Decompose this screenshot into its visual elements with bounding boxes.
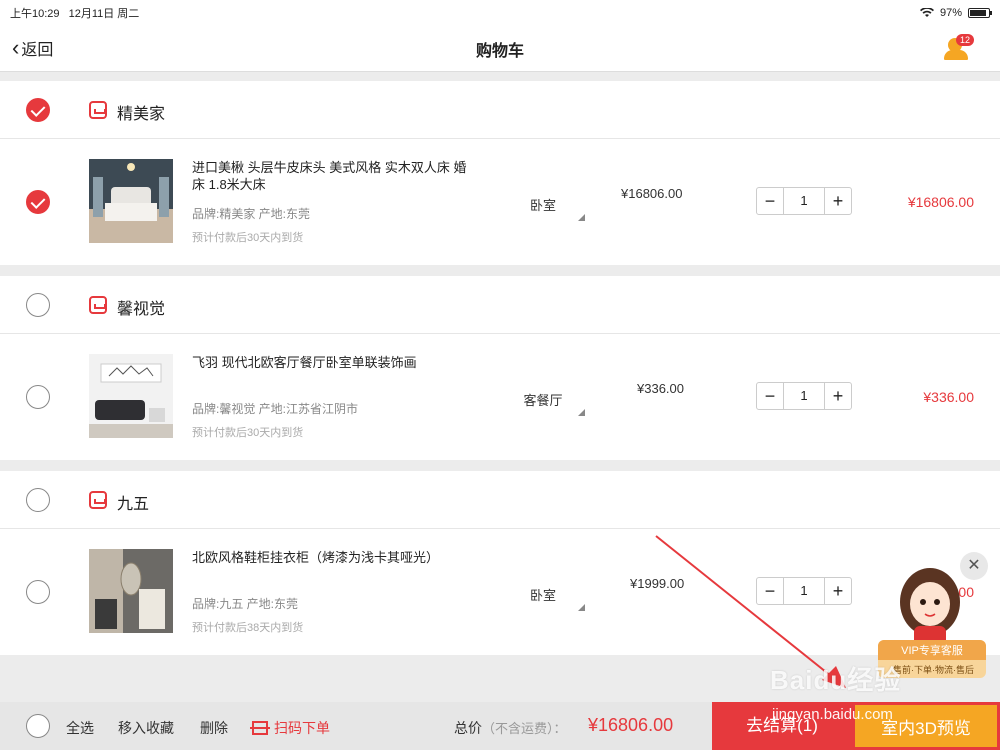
item-title[interactable]: 北欧风格鞋柜挂衣柜（烤漆为浅卡其哑光）: [192, 549, 472, 566]
status-bar: 上午10:29 12月11日 周二 97%: [0, 0, 1000, 26]
quantity-stepper: − 1 +: [756, 382, 852, 410]
shop-group: 精美家 进口美楸 头层牛皮床头 美式风格 实木双人床 婚床 1.8米大床 品牌:…: [0, 81, 1000, 265]
back-label: 返回: [21, 42, 54, 59]
vip-title: VIP专享客服: [878, 640, 986, 660]
quantity-input[interactable]: 1: [783, 383, 825, 409]
back-button[interactable]: ‹ 返回: [12, 36, 53, 60]
minus-button[interactable]: −: [757, 383, 783, 409]
watermark-url: jingyan.baidu.com: [772, 706, 893, 723]
product-image[interactable]: [89, 159, 173, 243]
item-delivery-estimate: 预计付款后30天内到货: [192, 427, 304, 439]
baidu-watermark: Baidu经验: [770, 665, 902, 695]
select-all-checkbox[interactable]: [26, 714, 50, 738]
select-all-label[interactable]: 全选: [66, 718, 94, 738]
dropdown-triangle-icon: [578, 214, 585, 221]
shop-group: 馨视觉 飞羽 现代北欧客厅餐厅卧室单联装饰画 品牌:馨视觉 产地:江苏省江阴市 …: [0, 276, 1000, 460]
notification-badge: 12: [956, 34, 975, 46]
page-title: 购物车: [475, 42, 524, 60]
nav-bar: ‹ 返回 购物车 12: [0, 26, 1000, 72]
cart-item: 飞羽 现代北欧客厅餐厅卧室单联装饰画 品牌:馨视觉 产地:江苏省江阴市 预计付款…: [0, 334, 1000, 460]
total-label: 总价（不含运费）：: [454, 718, 567, 738]
cart-item: 进口美楸 头层牛皮床头 美式风格 实木双人床 婚床 1.8米大床 品牌:精美家 …: [0, 139, 1000, 265]
item-checkbox[interactable]: [26, 385, 50, 409]
store-icon: [89, 491, 107, 509]
scan-icon: [250, 721, 270, 735]
room-selector[interactable]: 客餐厅: [508, 390, 578, 409]
status-date: 12月11日 周二: [68, 8, 140, 20]
dropdown-triangle-icon: [578, 409, 585, 416]
shop-name: 精美家: [117, 106, 166, 123]
room-selector[interactable]: 卧室: [508, 195, 578, 214]
wifi-icon: [919, 8, 934, 17]
battery-icon: [968, 8, 992, 18]
room-selector[interactable]: 卧室: [508, 585, 578, 604]
shop-name: 九五: [117, 496, 150, 513]
total-price: ¥16806.00: [588, 715, 674, 735]
minus-button[interactable]: −: [757, 188, 783, 214]
item-delivery-estimate: 预计付款后30天内到货: [192, 232, 304, 244]
user-icon-body: [944, 50, 968, 60]
plus-button[interactable]: +: [825, 188, 851, 214]
chevron-left-icon: ‹: [12, 35, 20, 60]
status-time: 上午10:29: [10, 8, 60, 20]
quantity-input[interactable]: 1: [783, 188, 825, 214]
quantity-stepper: − 1 +: [756, 187, 852, 215]
unit-price: ¥16806.00: [621, 186, 683, 201]
shop-checkbox[interactable]: [26, 293, 50, 317]
item-title[interactable]: 进口美楸 头层牛皮床头 美式风格 实木双人床 婚床 1.8米大床: [192, 159, 472, 193]
shop-name: 馨视觉: [117, 301, 166, 318]
item-brand-origin: 品牌:精美家 产地:东莞: [192, 207, 311, 221]
total-note: （不含运费）：: [482, 721, 567, 736]
product-image[interactable]: [89, 354, 173, 438]
item-subtotal: ¥16806.00: [907, 194, 974, 210]
scan-label: 扫码下单: [274, 720, 330, 736]
total-label-text: 总价: [454, 720, 482, 736]
shop-header: 精美家: [0, 81, 1000, 139]
dropdown-triangle-icon: [578, 604, 585, 611]
assistant-avatar: [900, 568, 960, 646]
item-delivery-estimate: 预计付款后38天内到货: [192, 622, 304, 634]
product-image[interactable]: [89, 549, 173, 633]
scan-order-button[interactable]: 扫码下单: [250, 718, 330, 738]
shop-header: 九五: [0, 471, 1000, 529]
item-checkbox[interactable]: [26, 190, 50, 214]
shop-checkbox[interactable]: [26, 488, 50, 512]
item-subtotal: ¥336.00: [923, 389, 974, 405]
plus-button[interactable]: +: [825, 383, 851, 409]
item-brand-origin: 品牌:九五 产地:东莞: [192, 597, 299, 611]
unit-price: ¥336.00: [637, 381, 684, 396]
delete-button[interactable]: 删除: [200, 718, 228, 738]
item-brand-origin: 品牌:馨视觉 产地:江苏省江阴市: [192, 402, 359, 416]
store-icon: [89, 101, 107, 119]
battery-percent: 97%: [939, 7, 962, 19]
shop-header: 馨视觉: [0, 276, 1000, 334]
shop-checkbox[interactable]: [26, 98, 50, 122]
item-title[interactable]: 飞羽 现代北欧客厅餐厅卧室单联装饰画: [192, 354, 472, 371]
move-to-favorites-button[interactable]: 移入收藏: [118, 718, 174, 738]
customer-service-button[interactable]: 12: [944, 34, 975, 62]
store-icon: [89, 296, 107, 314]
item-checkbox[interactable]: [26, 580, 50, 604]
